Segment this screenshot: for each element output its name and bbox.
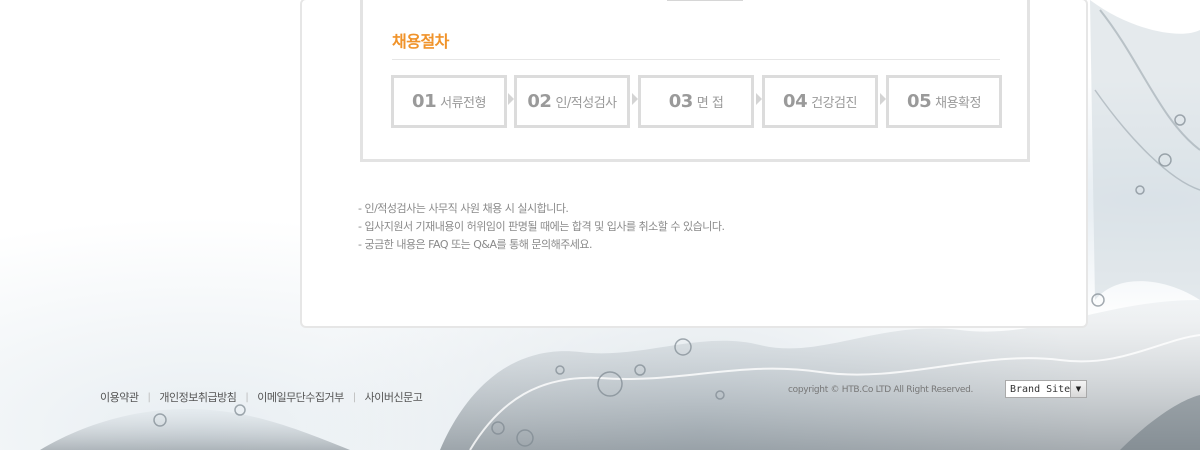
footer-separator: | bbox=[147, 391, 151, 403]
step-label: 건강검진 bbox=[811, 96, 857, 111]
step-label: 인/적성검사 bbox=[555, 96, 617, 111]
note-line: - 입사지원서 기재내용이 허위임이 판명될 때에는 합격 및 입사를 취소할 … bbox=[358, 220, 725, 233]
tab-indicator bbox=[667, 0, 743, 1]
copyright-text: copyright © HTB.Co LTD All Right Reserve… bbox=[788, 385, 974, 395]
step-hire-confirm: 05 채용확정 bbox=[886, 75, 1002, 128]
step-health-check: 04 건강검진 bbox=[762, 75, 878, 128]
footer-link-terms[interactable]: 이용약관 bbox=[100, 389, 139, 405]
note-line: - 인/적성검사는 사무직 사원 채용 시 실시합니다. bbox=[358, 202, 569, 215]
step-label: 서류전형 bbox=[440, 96, 486, 111]
title-divider bbox=[392, 59, 1000, 60]
step-number: 02 bbox=[527, 91, 552, 112]
section-title: 채용절차 bbox=[392, 32, 449, 51]
step-number: 03 bbox=[668, 91, 694, 112]
footer-link-cyber-report[interactable]: 사이버신문고 bbox=[365, 389, 423, 405]
step-number: 05 bbox=[907, 91, 932, 112]
footer-link-privacy[interactable]: 개인정보취급방침 bbox=[159, 389, 236, 405]
brand-site-select[interactable]: Brand Site ▼ bbox=[1005, 380, 1087, 398]
step-label: 채용확정 bbox=[935, 96, 981, 111]
footer-link-email-refusal[interactable]: 이메일무단수집거부 bbox=[257, 389, 344, 405]
recruit-notes: - 인/적성검사는 사무직 사원 채용 시 실시합니다. - 입사지원서 기재내… bbox=[358, 200, 725, 254]
step-document-screening: 01 서류전형 bbox=[391, 75, 507, 128]
step-number: 01 bbox=[412, 91, 437, 112]
footer-links: 이용약관 | 개인정보취급방침 | 이메일무단수집거부 | 사이버신문고 bbox=[100, 389, 423, 405]
footer-separator: | bbox=[245, 391, 249, 403]
step-aptitude-test: 02 인/적성검사 bbox=[514, 75, 630, 128]
brand-select-value: Brand Site bbox=[1010, 383, 1070, 395]
footer-separator: | bbox=[352, 391, 356, 403]
step-interview: 03 면 접 bbox=[638, 75, 754, 128]
dropdown-arrow-icon[interactable]: ▼ bbox=[1070, 381, 1086, 397]
note-line: - 궁금한 내용은 FAQ 또는 Q&A를 통해 문의해주세요. bbox=[358, 238, 593, 251]
step-label: 면 접 bbox=[696, 96, 724, 111]
step-number: 04 bbox=[783, 91, 808, 112]
